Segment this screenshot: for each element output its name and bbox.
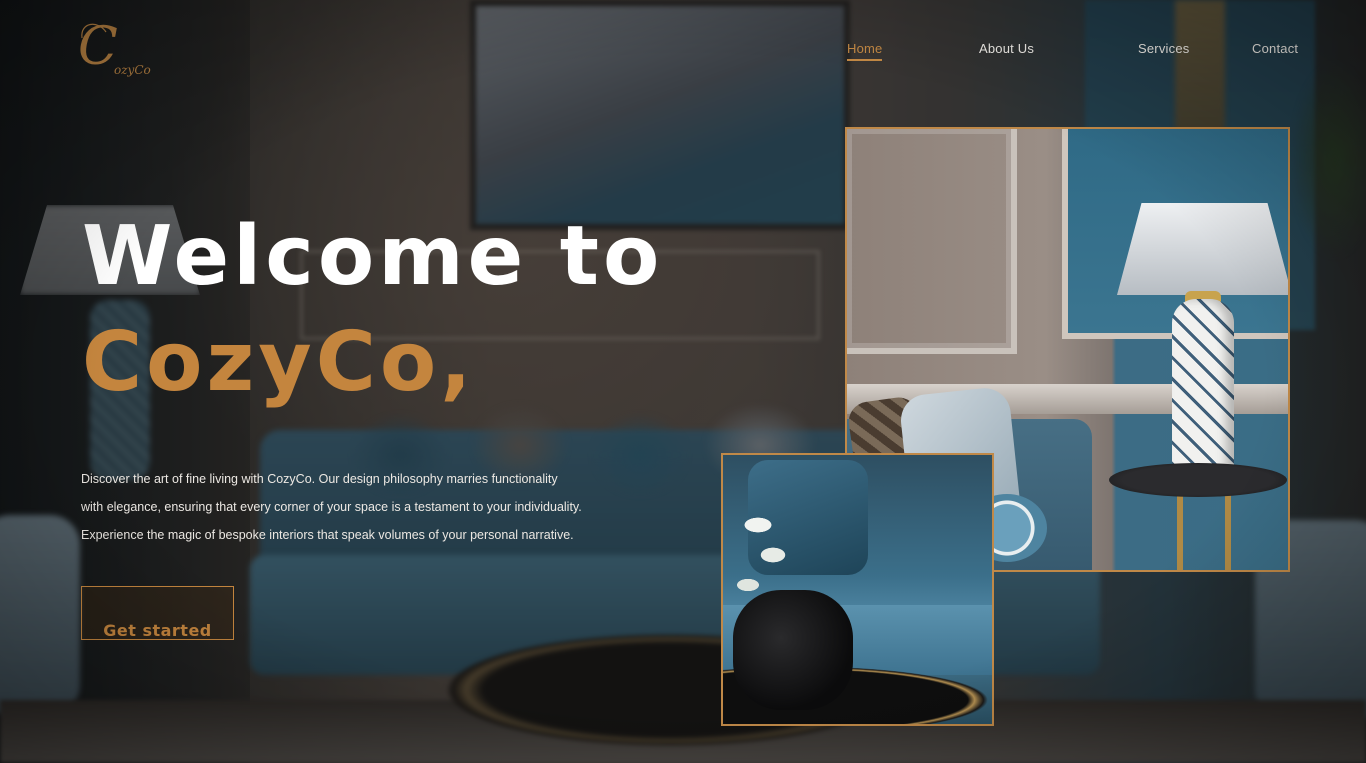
get-started-label: Get started xyxy=(103,621,212,640)
main-nav: Home About Us Services Contact xyxy=(0,41,1366,63)
nav-contact-link[interactable]: Contact xyxy=(1252,41,1298,56)
nav-services-link[interactable]: Services xyxy=(1138,41,1189,56)
hero-description-line: Discover the art of fine living with Coz… xyxy=(81,472,558,486)
hero-title-line2: CozyCo, xyxy=(82,315,476,410)
nav-about-link[interactable]: About Us xyxy=(979,41,1034,56)
lamp-shade xyxy=(1117,203,1288,295)
nav-home-link[interactable]: Home xyxy=(847,41,883,61)
hero-description-line: Experience the magic of bespoke interior… xyxy=(81,528,574,542)
hero-title-line1: Welcome to xyxy=(82,209,664,304)
hero-description-line: with elegance, ensuring that every corne… xyxy=(81,500,582,514)
hero-description: Discover the art of fine living with Coz… xyxy=(81,465,621,549)
sofa-coffee-table-photo xyxy=(721,453,994,726)
logo-script: ozyCo xyxy=(114,63,151,77)
get-started-button[interactable]: Get started xyxy=(81,586,234,640)
